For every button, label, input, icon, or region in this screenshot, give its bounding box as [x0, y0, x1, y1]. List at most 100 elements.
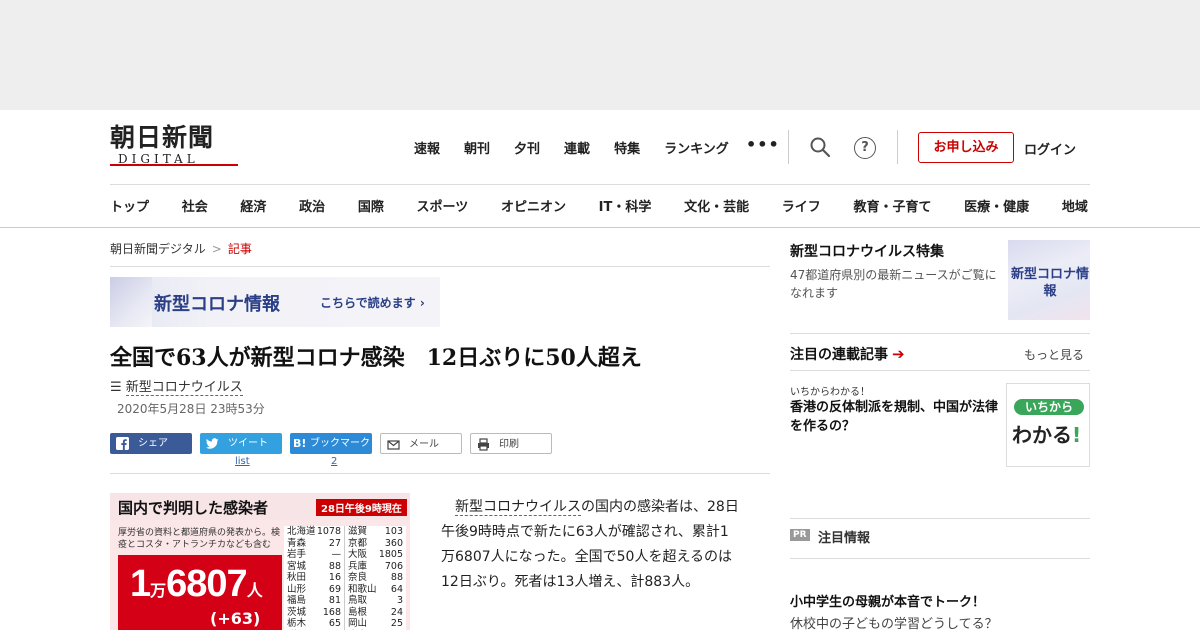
- list-icon: ☰: [110, 380, 122, 395]
- nav-divider: [110, 184, 1090, 185]
- prefecture-count: 360: [384, 537, 403, 549]
- facebook-share-button[interactable]: シェア: [110, 433, 192, 454]
- prefecture-row: 北海道 1078 滋賀 103: [284, 526, 406, 538]
- prefecture-row: 岩手 — 大阪 1805: [284, 549, 406, 561]
- prefecture-count: 25: [390, 618, 403, 629]
- login-link[interactable]: ログイン: [1024, 139, 1076, 158]
- prefecture-name: 福島: [287, 595, 307, 606]
- prefecture-name: 島根: [348, 606, 368, 618]
- category-sports[interactable]: スポーツ: [417, 196, 469, 215]
- divider: [790, 558, 1090, 559]
- breadcrumb-home[interactable]: 朝日新聞デジタル: [110, 242, 206, 256]
- subscribe-button[interactable]: お申し込み: [918, 132, 1014, 163]
- prefecture-cell: 滋賀 103: [345, 526, 406, 538]
- prefecture-name: 大阪: [348, 549, 368, 560]
- prefecture-count: 168: [322, 606, 341, 618]
- category-economy[interactable]: 経済: [240, 196, 266, 215]
- site-logo[interactable]: 朝日新聞 DIGITAL: [110, 124, 240, 168]
- print-button[interactable]: 印刷: [470, 433, 552, 454]
- prefecture-table: 北海道 1078 滋賀 103 青森 27 京都 360 岩手 — 大阪 1805 宮城 88 兵庫 706 秋…: [284, 526, 406, 630]
- pr-article-title[interactable]: 小中学生の母親が本音でトーク！: [790, 591, 985, 610]
- mail-share-label: メール: [409, 439, 439, 450]
- help-icon[interactable]: ?: [854, 137, 876, 159]
- twitter-list-link[interactable]: list: [235, 456, 250, 467]
- pr-badge: PR: [790, 529, 810, 541]
- prefecture-count: 69: [328, 583, 341, 595]
- breadcrumb-current: 記事: [227, 242, 252, 256]
- nav-sokuho[interactable]: 速報: [414, 138, 440, 157]
- series-kicker: いちからわかる！: [790, 387, 870, 398]
- prefecture-cell: 岩手 —: [284, 549, 345, 561]
- prefecture-name: 兵庫: [348, 560, 368, 572]
- banner-title: 新型コロナ情報: [154, 294, 280, 315]
- series-section-title[interactable]: 注目の連載記事 ➔: [790, 344, 905, 364]
- prefecture-count: 24: [390, 606, 403, 618]
- prefecture-count: 1805: [378, 549, 403, 560]
- prefecture-count: 81: [328, 595, 341, 606]
- prefecture-row: 青森 27 京都 360: [284, 537, 406, 550]
- more-link[interactable]: もっと見る: [1024, 346, 1084, 363]
- prefecture-row: 秋田 16 奈良 88: [284, 572, 406, 584]
- prefecture-count: 1078: [316, 526, 341, 537]
- nav-yuukan[interactable]: 夕刊: [514, 138, 540, 157]
- category-it-science[interactable]: IT・科学: [599, 196, 652, 215]
- logo-underline: [110, 164, 238, 166]
- prefecture-row: 栃木 65 岡山 25: [284, 618, 406, 630]
- hatena-count[interactable]: 2: [331, 456, 337, 467]
- facebook-icon: [116, 437, 129, 450]
- corona-feature-title[interactable]: 新型コロナウイルス特集: [790, 241, 944, 261]
- hatena-bookmark-button[interactable]: B! ブックマーク: [290, 433, 372, 454]
- category-opinion[interactable]: オピニオン: [501, 196, 566, 215]
- more-menu-icon[interactable]: •••: [746, 135, 780, 154]
- twitter-share-button[interactable]: ツイート: [200, 433, 282, 454]
- category-region[interactable]: 地域: [1062, 196, 1088, 215]
- prefecture-row: 山形 69 和歌山 64: [284, 583, 406, 595]
- prefecture-cell: 奈良 88: [345, 572, 406, 584]
- infection-infographic[interactable]: 国内で判明した感染者 28日午後9時現在 厚労省の資料と都道府県の発表から。検疫…: [110, 493, 410, 630]
- arrow-right-icon: ➔: [892, 345, 905, 363]
- corona-info-banner[interactable]: 新型コロナ情報 こちらで読めます ›: [110, 277, 440, 327]
- category-international[interactable]: 国際: [358, 196, 384, 215]
- nav-rensai[interactable]: 連載: [564, 138, 590, 157]
- hatena-bookmark-icon: B!: [293, 437, 307, 450]
- prefecture-count: 64: [390, 583, 403, 595]
- mail-share-button[interactable]: メール: [380, 433, 462, 454]
- nav-tokushu[interactable]: 特集: [614, 138, 640, 157]
- prefecture-count: 16: [328, 572, 341, 583]
- prefecture-name: 茨城: [287, 606, 307, 618]
- prefecture-name: 和歌山: [348, 583, 377, 595]
- prefecture-cell: 山形 69: [284, 583, 345, 595]
- nav-choukan[interactable]: 朝刊: [464, 138, 490, 157]
- twitter-share-label: ツイート: [228, 438, 268, 449]
- nav-ranking[interactable]: ランキング: [664, 138, 729, 157]
- category-health[interactable]: 医療・健康: [964, 196, 1029, 215]
- thumbnail-label-bottom: わかる!: [1012, 423, 1082, 447]
- category-top[interactable]: トップ: [110, 196, 149, 215]
- tag-link[interactable]: 新型コロナウイルス: [125, 380, 243, 396]
- body-link[interactable]: 新型コロナウイルス: [455, 499, 581, 516]
- prefecture-name: 北海道: [287, 526, 316, 537]
- corona-feature-thumbnail[interactable]: 新型コロナ情報: [1008, 240, 1090, 320]
- search-icon[interactable]: [809, 136, 831, 158]
- header-separator: [788, 130, 789, 164]
- prefecture-row: 宮城 88 兵庫 706: [284, 560, 406, 572]
- prefecture-cell: 秋田 16: [284, 572, 345, 584]
- breadcrumb-separator: >: [211, 242, 222, 256]
- site-header: 朝日新聞 DIGITAL 速報 朝刊 夕刊 連載 特集 ランキング ••• ? …: [0, 110, 1200, 228]
- prefecture-name: 宮城: [287, 560, 307, 572]
- category-politics[interactable]: 政治: [299, 196, 325, 215]
- facebook-share-label: シェア: [138, 438, 168, 449]
- banner-link[interactable]: こちらで読めます ›: [320, 294, 425, 311]
- prefecture-cell: 京都 360: [345, 538, 406, 550]
- divider: [790, 333, 1090, 334]
- infographic-time-badge: 28日午後9時現在: [316, 499, 407, 516]
- category-nav: トップ 社会 経済 政治 国際 スポーツ オピニオン IT・科学 文化・芸能 ラ…: [110, 196, 1100, 215]
- series-article-title[interactable]: 香港の反体制派を規制、中国が法律を作るの？: [790, 398, 1002, 436]
- print-icon: [477, 438, 490, 451]
- category-education[interactable]: 教育・子育て: [853, 196, 931, 215]
- category-society[interactable]: 社会: [182, 196, 208, 215]
- divider: [790, 370, 1090, 371]
- category-life[interactable]: ライフ: [782, 196, 821, 215]
- series-thumbnail[interactable]: いちから わかる!: [1006, 383, 1090, 467]
- category-culture[interactable]: 文化・芸能: [684, 196, 749, 215]
